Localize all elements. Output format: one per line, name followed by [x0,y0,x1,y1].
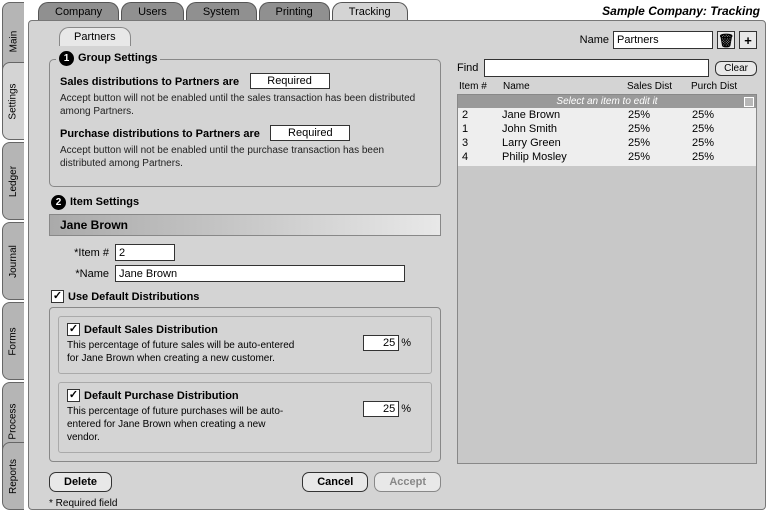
find-input[interactable] [484,59,709,77]
delete-button[interactable]: Delete [49,472,112,492]
default-sales-dist-box: ✓ Default Sales Distribution This percen… [58,316,432,374]
sub-tabs: Partners [59,27,131,46]
name-input[interactable] [613,31,713,49]
left-column: 1Group Settings Sales distributions to P… [49,59,441,509]
default-sales-pct-input[interactable] [363,335,399,351]
sales-dist-select[interactable]: Required [250,73,330,89]
grid-banner: Select an item to edit it [458,95,756,108]
default-purchase-checkbox[interactable]: ✓ [67,389,80,402]
step-1-badge: 1 [59,51,74,66]
name-row: Name 🗑 + [580,31,757,49]
sub-tab-partners[interactable]: Partners [59,27,131,46]
top-tab-printing[interactable]: Printing [259,2,330,21]
item-num-input[interactable] [115,244,175,261]
grid-header: Item # Name Sales Dist Purch Dist [457,81,757,92]
group-settings-fieldset: 1Group Settings Sales distributions to P… [49,59,441,187]
pct-label: % [401,403,411,415]
use-default-checkbox[interactable]: ✓ [51,290,64,303]
table-row[interactable]: 3Larry Green25%25% [458,136,756,150]
pct-label: % [401,337,411,349]
purchase-dist-label: Purchase distributions to Partners are [60,128,260,140]
default-sales-help: This percentage of future sales will be … [67,339,297,365]
distributions-box: ✓ Default Sales Distribution This percen… [49,307,441,462]
default-purchase-pct-input[interactable] [363,401,399,417]
item-name-input[interactable] [115,265,405,282]
default-sales-checkbox[interactable]: ✓ [67,323,80,336]
partners-grid: Select an item to edit it 2Jane Brown25%… [457,94,757,464]
app-window: Main Settings Ledger Journal Forms Proce… [0,0,770,514]
default-purchase-dist-box: ✓ Default Purchase Distribution This per… [58,382,432,453]
clear-button[interactable]: Clear [715,61,757,76]
default-sales-label: Default Sales Distribution [84,324,218,336]
default-purchase-label: Default Purchase Distribution [84,390,239,402]
side-tab-ledger[interactable]: Ledger [2,142,24,220]
find-label: Find [457,62,478,74]
item-name-label: *Name [49,268,109,280]
side-tab-reports[interactable]: Reports [2,442,24,510]
side-tab-journal[interactable]: Journal [2,222,24,300]
item-header: Jane Brown [49,214,441,236]
required-note: * Required field [49,498,441,509]
top-tabs: Company Users System Printing Tracking [38,2,408,21]
side-tabs: Main Settings Ledger Journal Forms Proce… [0,0,26,514]
sales-dist-help: Accept button will not be enabled until … [60,92,430,118]
grid-empty-area [458,166,756,463]
default-purchase-help: This percentage of future purchases will… [67,405,297,444]
top-tab-system[interactable]: System [186,2,257,21]
use-default-label: Use Default Distributions [68,291,199,303]
side-tab-settings[interactable]: Settings [2,62,24,140]
add-icon[interactable]: + [739,31,757,49]
delete-icon[interactable]: 🗑 [717,31,735,49]
table-row[interactable]: 1John Smith25%25% [458,122,756,136]
step-2-badge: 2 [51,195,66,210]
page-title: Sample Company: Tracking [602,4,760,18]
table-row[interactable]: 2Jane Brown25%25% [458,108,756,122]
purchase-dist-select[interactable]: Required [270,125,350,141]
name-label: Name [580,34,609,46]
item-num-label: *Item # [49,247,109,259]
main-panel: Partners Name 🗑 + 1Group Settings Sales … [28,20,766,510]
side-tab-forms[interactable]: Forms [2,302,24,380]
table-row[interactable]: 4Philip Mosley25%25% [458,150,756,164]
accept-button[interactable]: Accept [374,472,441,492]
cancel-button[interactable]: Cancel [302,472,368,492]
right-column: Find Clear Item # Name Sales Dist Purch … [457,59,757,467]
top-tab-company[interactable]: Company [38,2,119,21]
top-tab-tracking[interactable]: Tracking [332,2,408,21]
purchase-dist-help: Accept button will not be enabled until … [60,144,430,170]
top-tab-users[interactable]: Users [121,2,184,21]
sales-dist-label: Sales distributions to Partners are [60,76,239,88]
